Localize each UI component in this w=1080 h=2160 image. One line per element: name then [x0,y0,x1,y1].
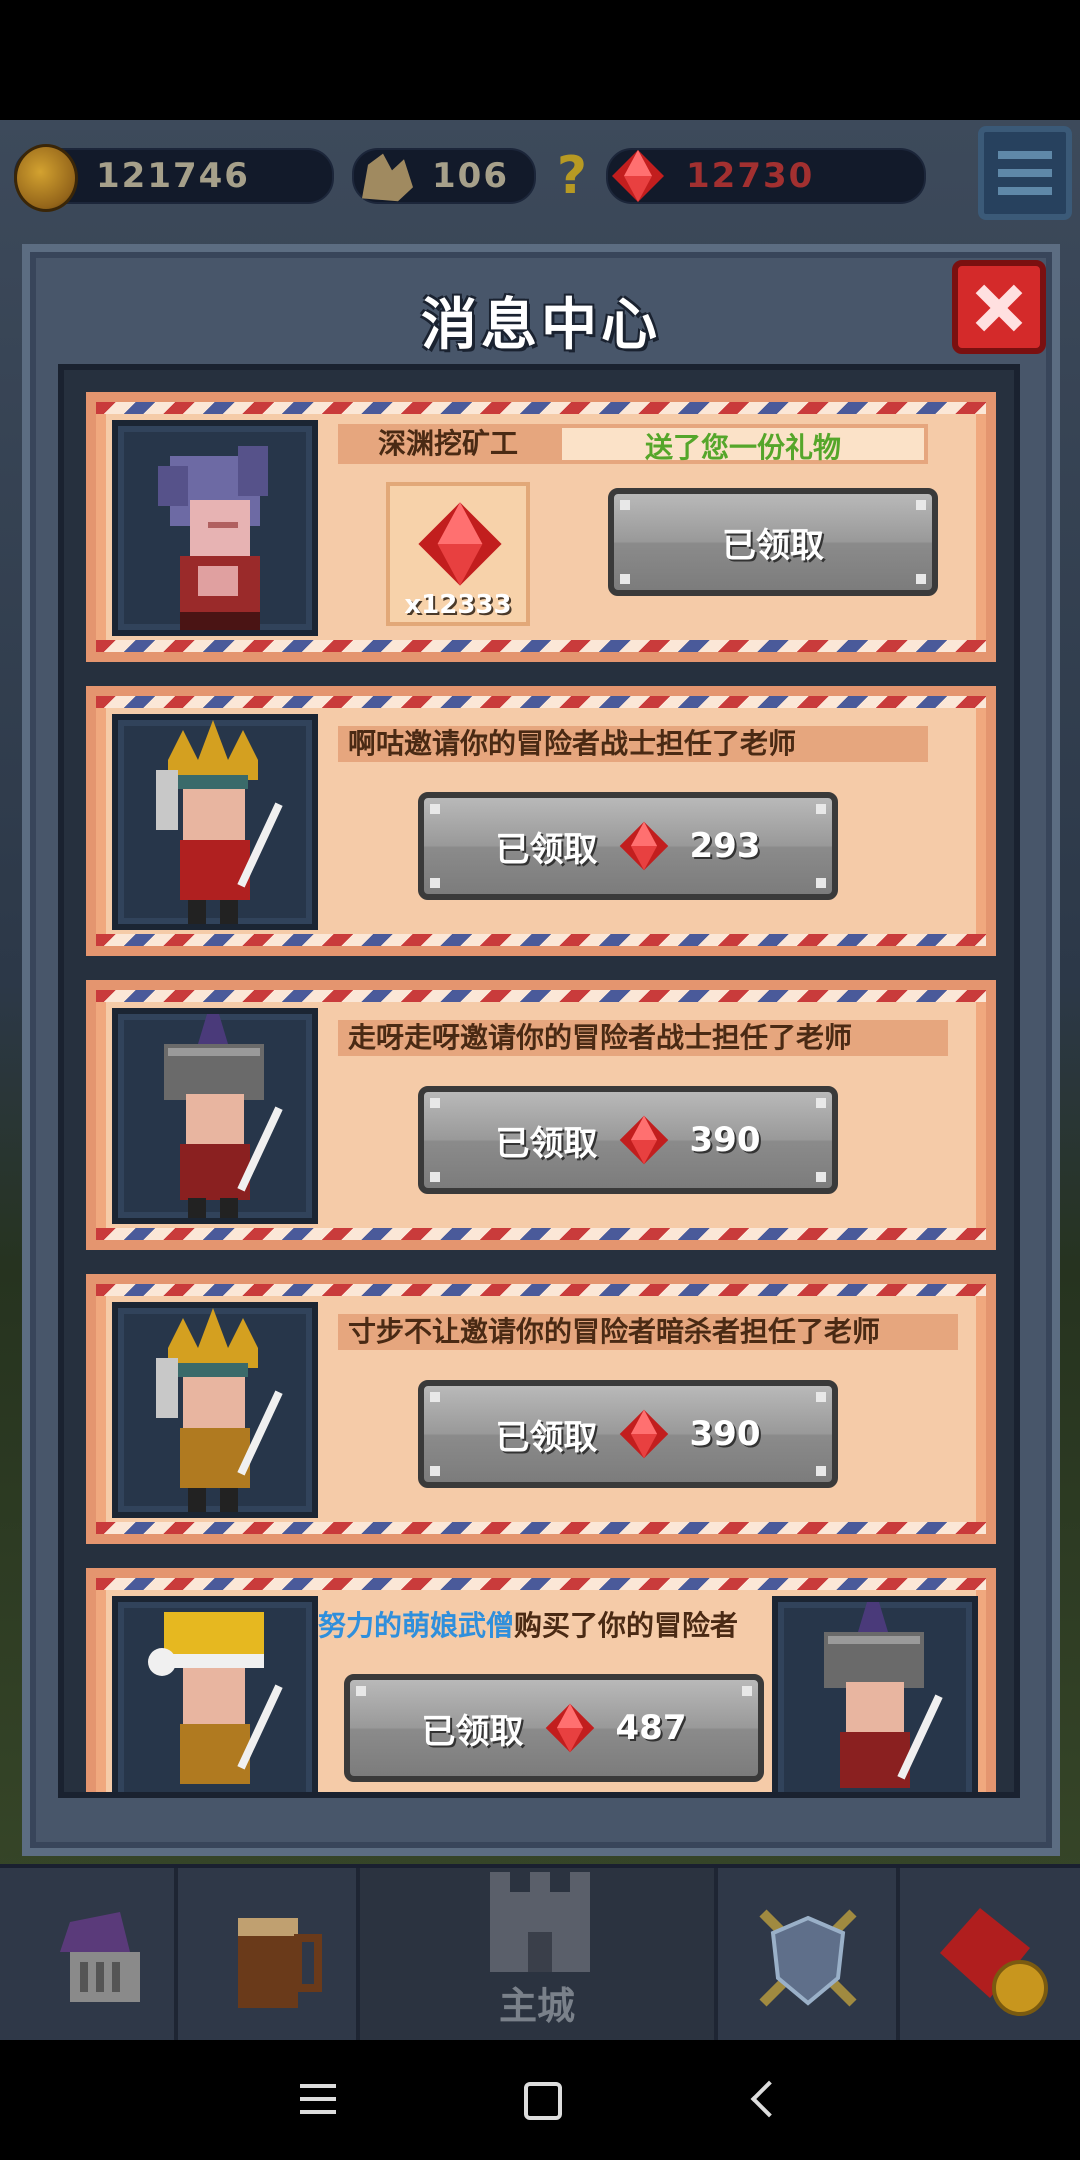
message-text: 走呀走呀邀请你的冒险者战士担任了老师 [338,1020,948,1056]
gem-value: 12730 [686,156,815,196]
warrior-helmet-portrait-icon [164,1014,283,1218]
helmet-icon [60,1912,140,2002]
nav-tavern[interactable] [178,1868,360,2044]
message-card-invite: 寸步不让邀请你的冒险者暗杀者担任了老师 已领取 390 [86,1274,996,1544]
message-center-panel: 消息中心 深渊挖矿工 送了您一份礼物 x12333 已领取 啊咕邀请你的冒险者战… [22,244,1060,1856]
gold-coin-icon [14,144,78,212]
button-label: 已领取 [495,829,598,870]
close-button[interactable] [952,260,1046,354]
warrior-portrait-icon [156,720,283,924]
system-nav-bar [0,2040,1080,2160]
recent-apps-icon[interactable] [300,2084,336,2114]
nav-main-city[interactable]: 主城 [360,1868,718,2044]
gem-coin-icon [940,1908,1048,2016]
gift-text: 送了您一份礼物 [558,424,928,464]
claimed-button[interactable]: 已领取 293 [418,792,838,900]
nav-heroes[interactable] [0,1868,178,2044]
gem-icon [619,1409,668,1459]
gem-icon [545,1703,594,1753]
reward-amount: 487 [615,1708,687,1748]
claimed-button[interactable]: 已领取 [608,488,938,596]
message-card-invite: 走呀走呀邀请你的冒险者战士担任了老师 已领取 390 [86,980,996,1250]
gem-icon [612,150,664,202]
ore-value: 106 [432,156,509,196]
message-text: 啊咕邀请你的冒险者战士担任了老师 [338,726,928,762]
avatar [112,420,318,636]
status-bar [0,0,1080,120]
gem-icon [619,1115,668,1165]
gift-quantity: x12333 [404,590,512,620]
reward-amount: 390 [689,1414,761,1454]
button-label: 已领取 [421,1711,524,1752]
avatar [112,1008,318,1224]
nav-shop[interactable] [900,1868,1080,2044]
nav-guild[interactable] [718,1868,900,2044]
reward-amount: 293 [689,826,761,866]
gem-icon [418,502,502,586]
warrior-helmet-portrait-icon [824,1602,943,1788]
bottom-nav: 主城 [0,1864,1080,2044]
message-card-invite: 啊咕邀请你的冒险者战士担任了老师 已领取 293 [86,686,996,956]
reward-amount: 390 [689,1120,761,1160]
message-card-purchase: 努力的萌娘武僧购买了你的冒险者 已领取 487 [86,1568,996,1792]
assassin-portrait-icon [156,1308,283,1512]
avatar [112,714,318,930]
button-label: 已领取 [495,1123,598,1164]
gift-sender: 深渊挖矿工 [338,424,558,464]
button-label: 已领取 [722,525,824,566]
help-icon[interactable]: ? [552,146,592,206]
claimed-button[interactable]: 已领取 390 [418,1380,838,1488]
message-text: 寸步不让邀请你的冒险者暗杀者担任了老师 [338,1314,958,1350]
avatar [112,1302,318,1518]
back-icon[interactable] [750,2080,788,2118]
message-text: 努力的萌娘武僧购买了你的冒险者 [318,1608,762,1644]
sender-portrait-icon [158,446,268,630]
claimed-button[interactable]: 已领取 487 [344,1674,764,1782]
panel-title: 消息中心 [421,293,661,358]
message-list[interactable]: 深渊挖矿工 送了您一份礼物 x12333 已领取 啊咕邀请你的冒险者战士担任了老… [58,364,1020,1798]
menu-button[interactable] [978,126,1072,220]
mug-icon [238,1918,322,2008]
avatar [772,1596,978,1792]
gold-value: 121746 [96,156,250,196]
gem-icon [619,821,668,871]
shield-icon [759,1909,857,2007]
avatar [112,1596,318,1792]
home-icon[interactable] [524,2082,562,2120]
purchase-text: 购买了你的冒险者 [514,1609,739,1642]
message-card-gift: 深渊挖矿工 送了您一份礼物 x12333 已领取 [86,392,996,662]
monk-portrait-icon [148,1612,283,1784]
resource-bar: 121746 106 12730 [0,120,1080,240]
button-label: 已领取 [495,1417,598,1458]
castle-icon [490,1872,590,1972]
buyer-name: 努力的萌娘武僧 [318,1609,515,1642]
gift-item-slot: x12333 [386,482,530,626]
claimed-button[interactable]: 已领取 390 [418,1086,838,1194]
nav-main-city-label: 主城 [498,1984,575,2028]
